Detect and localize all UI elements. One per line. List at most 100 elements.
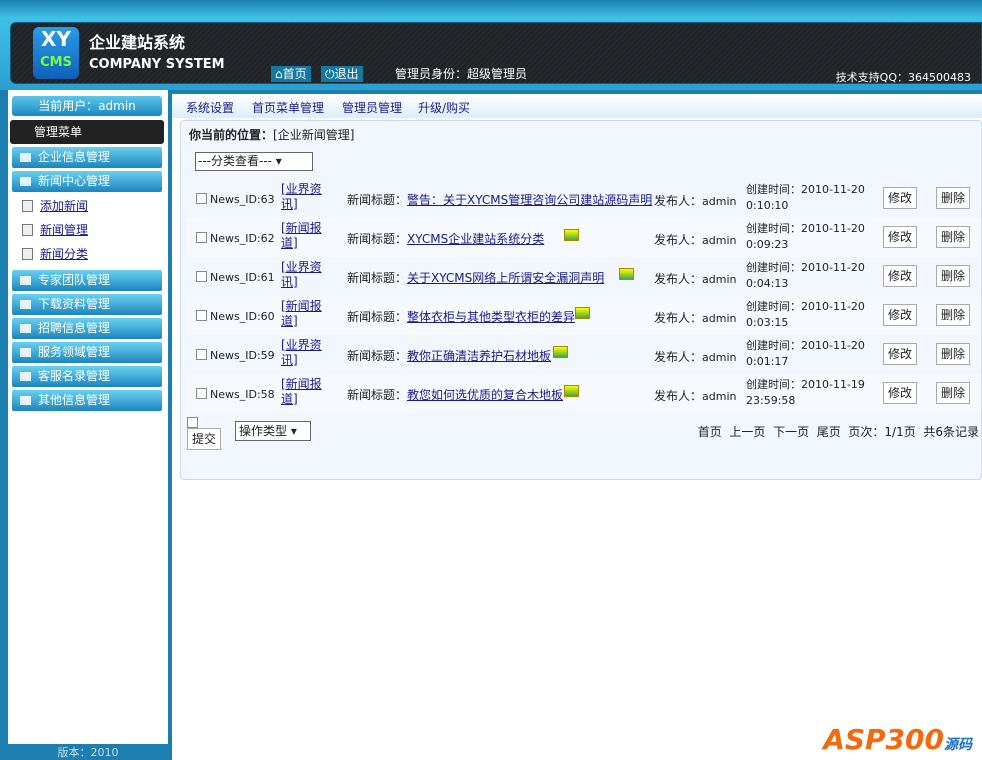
edit-button[interactable]: 修改 bbox=[883, 343, 917, 365]
news-title-link[interactable]: 关于XYCMS网络上所谓安全漏洞声明 bbox=[407, 271, 604, 285]
home-button[interactable]: ⌂首页 bbox=[271, 66, 311, 82]
row-checkbox[interactable] bbox=[196, 349, 207, 360]
news-title-link[interactable]: 整体衣柜与其他类型衣柜的差异 bbox=[407, 310, 575, 324]
publisher-label: 发布人： bbox=[654, 389, 703, 403]
table-footer: 操作类型 ▾ 提交 首页 上一页 下一页 尾页 页次：1/1页 共6条记录 bbox=[187, 417, 981, 450]
created-date: 2010-11-20 bbox=[801, 261, 865, 274]
category-line: [业界资 bbox=[281, 338, 322, 352]
logout-button[interactable]: ⏻退出 bbox=[321, 66, 363, 82]
sidebar-item[interactable]: 新闻分类 bbox=[22, 245, 88, 262]
created-label: 创建时间： bbox=[746, 339, 801, 352]
nav-home-menu[interactable]: 首页菜单管理 bbox=[252, 99, 324, 116]
select-all-checkbox[interactable] bbox=[187, 417, 198, 428]
sidebar-group[interactable]: 服务领域管理 bbox=[12, 342, 162, 363]
title-label: 新闻标题： bbox=[347, 193, 408, 207]
news-title-link[interactable]: 教你正确清洁养护石材地板 bbox=[407, 349, 551, 363]
table-row: News_ID:63 [业界资 讯] 新闻标题：警告：关于XYCMS管理咨询公司建… bbox=[187, 179, 981, 218]
news-id: News_ID:62 bbox=[210, 232, 275, 245]
operation-type-select[interactable]: 操作类型 ▾ bbox=[235, 421, 311, 441]
created-label: 创建时间： bbox=[746, 378, 801, 391]
filter-value: ---分类查看--- bbox=[198, 154, 272, 168]
category-filter-select[interactable]: ---分类查看--- ▾ bbox=[195, 152, 313, 171]
publisher-value: admin bbox=[702, 312, 737, 325]
last-page-link[interactable]: 尾页 bbox=[817, 425, 841, 439]
category-link[interactable]: [新闻报 道] bbox=[281, 299, 322, 329]
category-link[interactable]: [业界资 讯] bbox=[281, 260, 322, 290]
news-title-link[interactable]: 警告：关于XYCMS管理咨询公司建站源码声明 bbox=[407, 193, 652, 207]
edit-button[interactable]: 修改 bbox=[883, 226, 917, 248]
image-icon bbox=[564, 229, 579, 241]
delete-button[interactable]: 删除 bbox=[936, 226, 970, 248]
first-page-link[interactable]: 首页 bbox=[698, 425, 722, 439]
sidebar: 当前用户：admin 管理菜单 企业信息管理 新闻中心管理 添加新闻 新闻管理 … bbox=[0, 90, 172, 760]
page-info: 页次：1/1页 bbox=[848, 425, 916, 439]
news-id: News_ID:63 bbox=[210, 193, 275, 206]
logo-sub: CMS bbox=[40, 55, 72, 70]
publisher-value: admin bbox=[702, 195, 737, 208]
sidebar-group[interactable]: 其他信息管理 bbox=[12, 390, 162, 411]
next-page-link[interactable]: 下一页 bbox=[773, 425, 809, 439]
brand-en: COMPANY SYSTEM bbox=[89, 57, 225, 72]
logo: XY CMS bbox=[33, 27, 79, 79]
sidebar-group[interactable]: 下载资料管理 bbox=[12, 294, 162, 315]
category-line: [新闻报 bbox=[281, 377, 322, 391]
nav-admin[interactable]: 管理员管理 bbox=[342, 99, 402, 116]
category-link[interactable]: [新闻报 道] bbox=[281, 221, 322, 251]
publisher-label: 发布人： bbox=[654, 272, 703, 286]
logout-label: 退出 bbox=[334, 67, 359, 81]
edit-button[interactable]: 修改 bbox=[883, 382, 917, 404]
delete-button[interactable]: 删除 bbox=[936, 343, 970, 365]
publisher: 发布人：admin bbox=[654, 192, 736, 209]
category-link[interactable]: [新闻报 道] bbox=[281, 377, 322, 407]
title-label: 新闻标题： bbox=[347, 232, 408, 246]
row-checkbox[interactable] bbox=[196, 310, 207, 321]
sidebar-group[interactable]: 企业信息管理 bbox=[12, 147, 162, 168]
nav-system-settings[interactable]: 系统设置 bbox=[186, 99, 234, 116]
created-time: 创建时间：2010-11-20 0:09:23 bbox=[746, 221, 865, 253]
publisher-label: 发布人： bbox=[654, 350, 703, 364]
news-id: News_ID:59 bbox=[210, 349, 275, 362]
sidebar-group[interactable]: 新闻中心管理 bbox=[12, 171, 162, 192]
created-label: 创建时间： bbox=[746, 300, 801, 313]
image-icon bbox=[575, 307, 590, 319]
image-icon bbox=[553, 346, 568, 358]
location-label: 你当前的位置： bbox=[189, 128, 274, 142]
sidebar-group[interactable]: 专家团队管理 bbox=[12, 270, 162, 291]
watermark-logo: ASP300源码 bbox=[823, 723, 972, 756]
news-title-link[interactable]: 教您如何选优质的复合木地板 bbox=[407, 388, 563, 402]
sidebar-item[interactable]: 添加新闻 bbox=[22, 197, 88, 214]
location: [企业新闻管理] bbox=[273, 128, 355, 142]
sidebar-group[interactable]: 客服名录管理 bbox=[12, 366, 162, 387]
created-time: 创建时间：2010-11-19 23:59:58 bbox=[746, 377, 865, 409]
sidebar-item[interactable]: 新闻管理 bbox=[22, 221, 88, 238]
submit-button[interactable]: 提交 bbox=[187, 428, 221, 450]
category-line: [业界资 bbox=[281, 182, 322, 196]
delete-button[interactable]: 删除 bbox=[936, 187, 970, 209]
category-link[interactable]: [业界资 讯] bbox=[281, 338, 322, 368]
pagination: 首页 上一页 下一页 尾页 页次：1/1页 共6条记录 bbox=[698, 423, 979, 440]
edit-button[interactable]: 修改 bbox=[883, 265, 917, 287]
title-label: 新闻标题： bbox=[347, 349, 408, 363]
created-time-value: 0:04:13 bbox=[746, 277, 789, 290]
created-time-value: 0:10:10 bbox=[746, 199, 789, 212]
news-title-link[interactable]: XYCMS企业建站系统分类 bbox=[407, 232, 544, 246]
created-label: 创建时间： bbox=[746, 183, 801, 196]
nav-upgrade[interactable]: 升级/购买 bbox=[418, 99, 470, 116]
delete-button[interactable]: 删除 bbox=[936, 304, 970, 326]
row-checkbox[interactable] bbox=[196, 193, 207, 204]
delete-button[interactable]: 删除 bbox=[936, 265, 970, 287]
table-row: News_ID:60 [新闻报 道] 新闻标题：整体衣柜与其他类型衣柜的差异 发布… bbox=[187, 296, 981, 335]
sidebar-group[interactable]: 招聘信息管理 bbox=[12, 318, 162, 339]
publisher-value: admin bbox=[702, 390, 737, 403]
row-checkbox[interactable] bbox=[196, 271, 207, 282]
prev-page-link[interactable]: 上一页 bbox=[729, 425, 765, 439]
image-icon bbox=[564, 385, 579, 397]
row-checkbox[interactable] bbox=[196, 388, 207, 399]
delete-button[interactable]: 删除 bbox=[936, 382, 970, 404]
row-checkbox[interactable] bbox=[196, 232, 207, 243]
created-time-value: 0:01:17 bbox=[746, 355, 789, 368]
category-link[interactable]: [业界资 讯] bbox=[281, 182, 322, 212]
created-date: 2010-11-20 bbox=[801, 339, 865, 352]
edit-button[interactable]: 修改 bbox=[883, 304, 917, 326]
edit-button[interactable]: 修改 bbox=[883, 187, 917, 209]
